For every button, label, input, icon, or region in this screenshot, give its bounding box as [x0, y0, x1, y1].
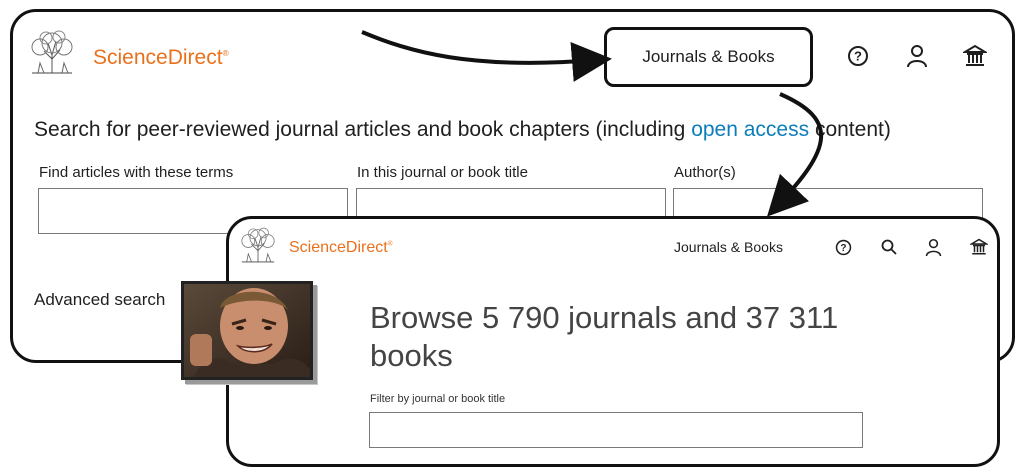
arrow-to-journals-books [361, 30, 612, 82]
annotation-arrows [361, 30, 823, 217]
arrow-to-browse-panel [767, 92, 823, 217]
